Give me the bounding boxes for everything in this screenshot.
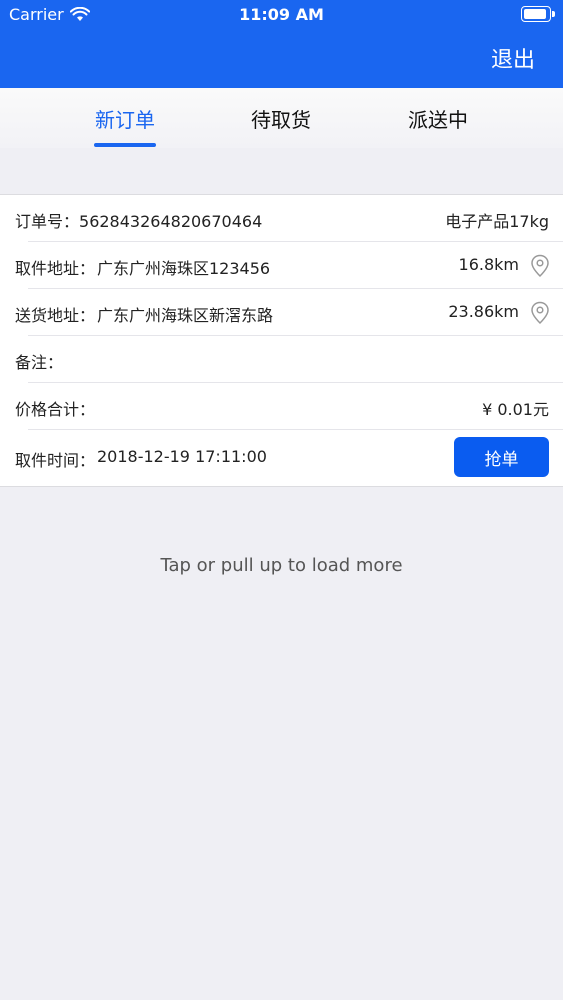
pickup-time: 2018-12-19 17:11:00 bbox=[97, 447, 267, 466]
order-number-row: 订单号：562843264820670464 电子产品17kg bbox=[0, 195, 563, 242]
pickup-distance: 16.8km bbox=[458, 255, 519, 274]
remark-label: 备注： bbox=[15, 353, 64, 372]
delivery-address-row: 送货地址： 广东广州海珠区新滘东路 23.86km bbox=[0, 289, 563, 336]
pickup-address-label: 取件地址： bbox=[15, 259, 96, 278]
status-time: 11:09 AM bbox=[239, 5, 324, 24]
price-label: 价格合计： bbox=[15, 400, 96, 419]
battery-icon bbox=[521, 6, 555, 22]
exit-button[interactable]: 退出 bbox=[491, 42, 535, 74]
tab-bar: 新订单 待取货 派送中 bbox=[0, 88, 563, 148]
goods-info: 电子产品17kg bbox=[445, 212, 549, 231]
app-header: Carrier 11:09 AM 退出 bbox=[0, 0, 563, 88]
order-number-label: 订单号：562843264820670464 bbox=[15, 212, 263, 231]
delivery-address-label: 送货地址： bbox=[15, 306, 96, 325]
order-number: 562843264820670464 bbox=[79, 212, 263, 231]
tab-delivering[interactable]: 派送中 bbox=[398, 104, 478, 133]
price-row: 价格合计： ¥ 0.01元 bbox=[0, 383, 563, 430]
pickup-time-label: 取件时间： bbox=[15, 451, 96, 470]
pickup-time-row: 取件时间： 2018-12-19 17:11:00 抢单 bbox=[0, 432, 563, 486]
grab-order-button[interactable]: 抢单 bbox=[454, 437, 549, 477]
active-tab-indicator bbox=[94, 143, 156, 147]
pickup-address: 广东广州海珠区123456 bbox=[97, 259, 271, 278]
pickup-address-row: 取件地址： 广东广州海珠区123456 16.8km bbox=[0, 242, 563, 289]
tab-new-orders[interactable]: 新订单 bbox=[85, 104, 165, 133]
tab-pending-pickup[interactable]: 待取货 bbox=[241, 104, 321, 133]
price-total: ¥ 0.01元 bbox=[482, 400, 549, 419]
location-pin-icon[interactable] bbox=[530, 254, 550, 278]
location-pin-icon[interactable] bbox=[530, 301, 550, 325]
delivery-distance: 23.86km bbox=[448, 302, 519, 321]
load-more-footer[interactable]: Tap or pull up to load more bbox=[0, 555, 563, 576]
delivery-address: 广东广州海珠区新滘东路 bbox=[97, 306, 274, 325]
order-card[interactable]: 订单号：562843264820670464 电子产品17kg 取件地址： 广东… bbox=[0, 194, 563, 487]
status-bar: Carrier 11:09 AM bbox=[0, 0, 563, 30]
remark-row: 备注： bbox=[0, 336, 563, 383]
